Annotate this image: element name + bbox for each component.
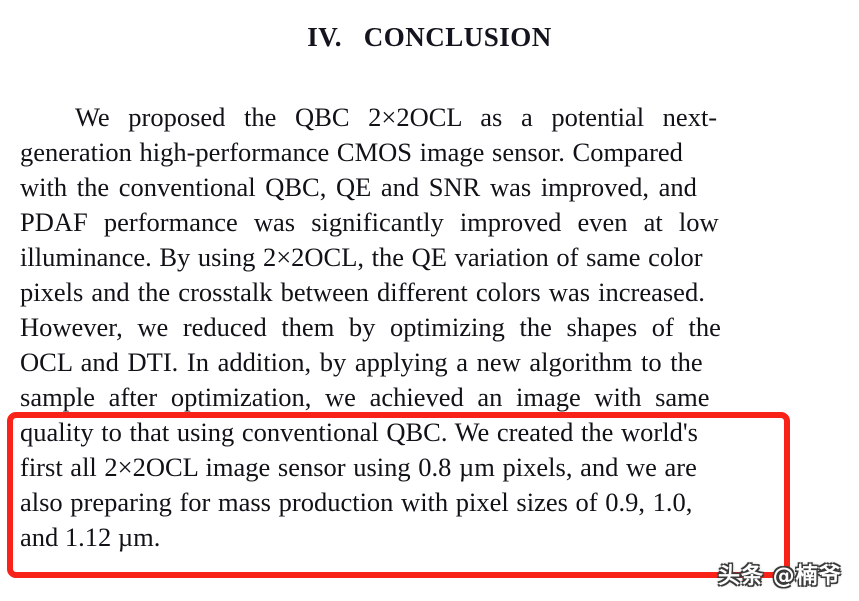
page-title: IV. CONCLUSION (307, 22, 552, 52)
document-page: IV. CONCLUSION We proposed the QBC 2×2OC… (0, 0, 859, 601)
paragraph-line: We proposed the QBC 2×2OCL as a potentia… (75, 102, 718, 132)
paragraph-line: sample after optimization, we achieved a… (20, 382, 710, 412)
paragraph-line: However, we reduced them by optimizing t… (20, 312, 721, 342)
watermark: 头条 @楠爷 (718, 564, 842, 589)
paragraph-line-highlighted: also preparing for mass production with … (20, 487, 693, 517)
paragraph-line: OCL and DTI. In addition, by applying a … (20, 347, 703, 377)
paragraph-line: illuminance. By using 2×2OCL, the QE var… (20, 242, 703, 272)
paragraph-line-highlighted: and 1.12 µm. (20, 522, 161, 552)
paragraph-line-highlighted: first all 2×2OCL image sensor using 0.8 … (20, 452, 697, 482)
paragraph-line: pixels and the crosstalk between differe… (20, 277, 705, 307)
paragraph-line: with the conventional QBC, QE and SNR wa… (20, 172, 697, 202)
paragraph-line-highlighted: quality to that using conventional QBC. … (20, 417, 698, 447)
paragraph-line: PDAF performance was significantly impro… (20, 207, 719, 237)
paragraph-line: generation high-performance CMOS image s… (20, 137, 683, 167)
conclusion-paragraph: We proposed the QBC 2×2OCL as a potentia… (20, 100, 792, 555)
